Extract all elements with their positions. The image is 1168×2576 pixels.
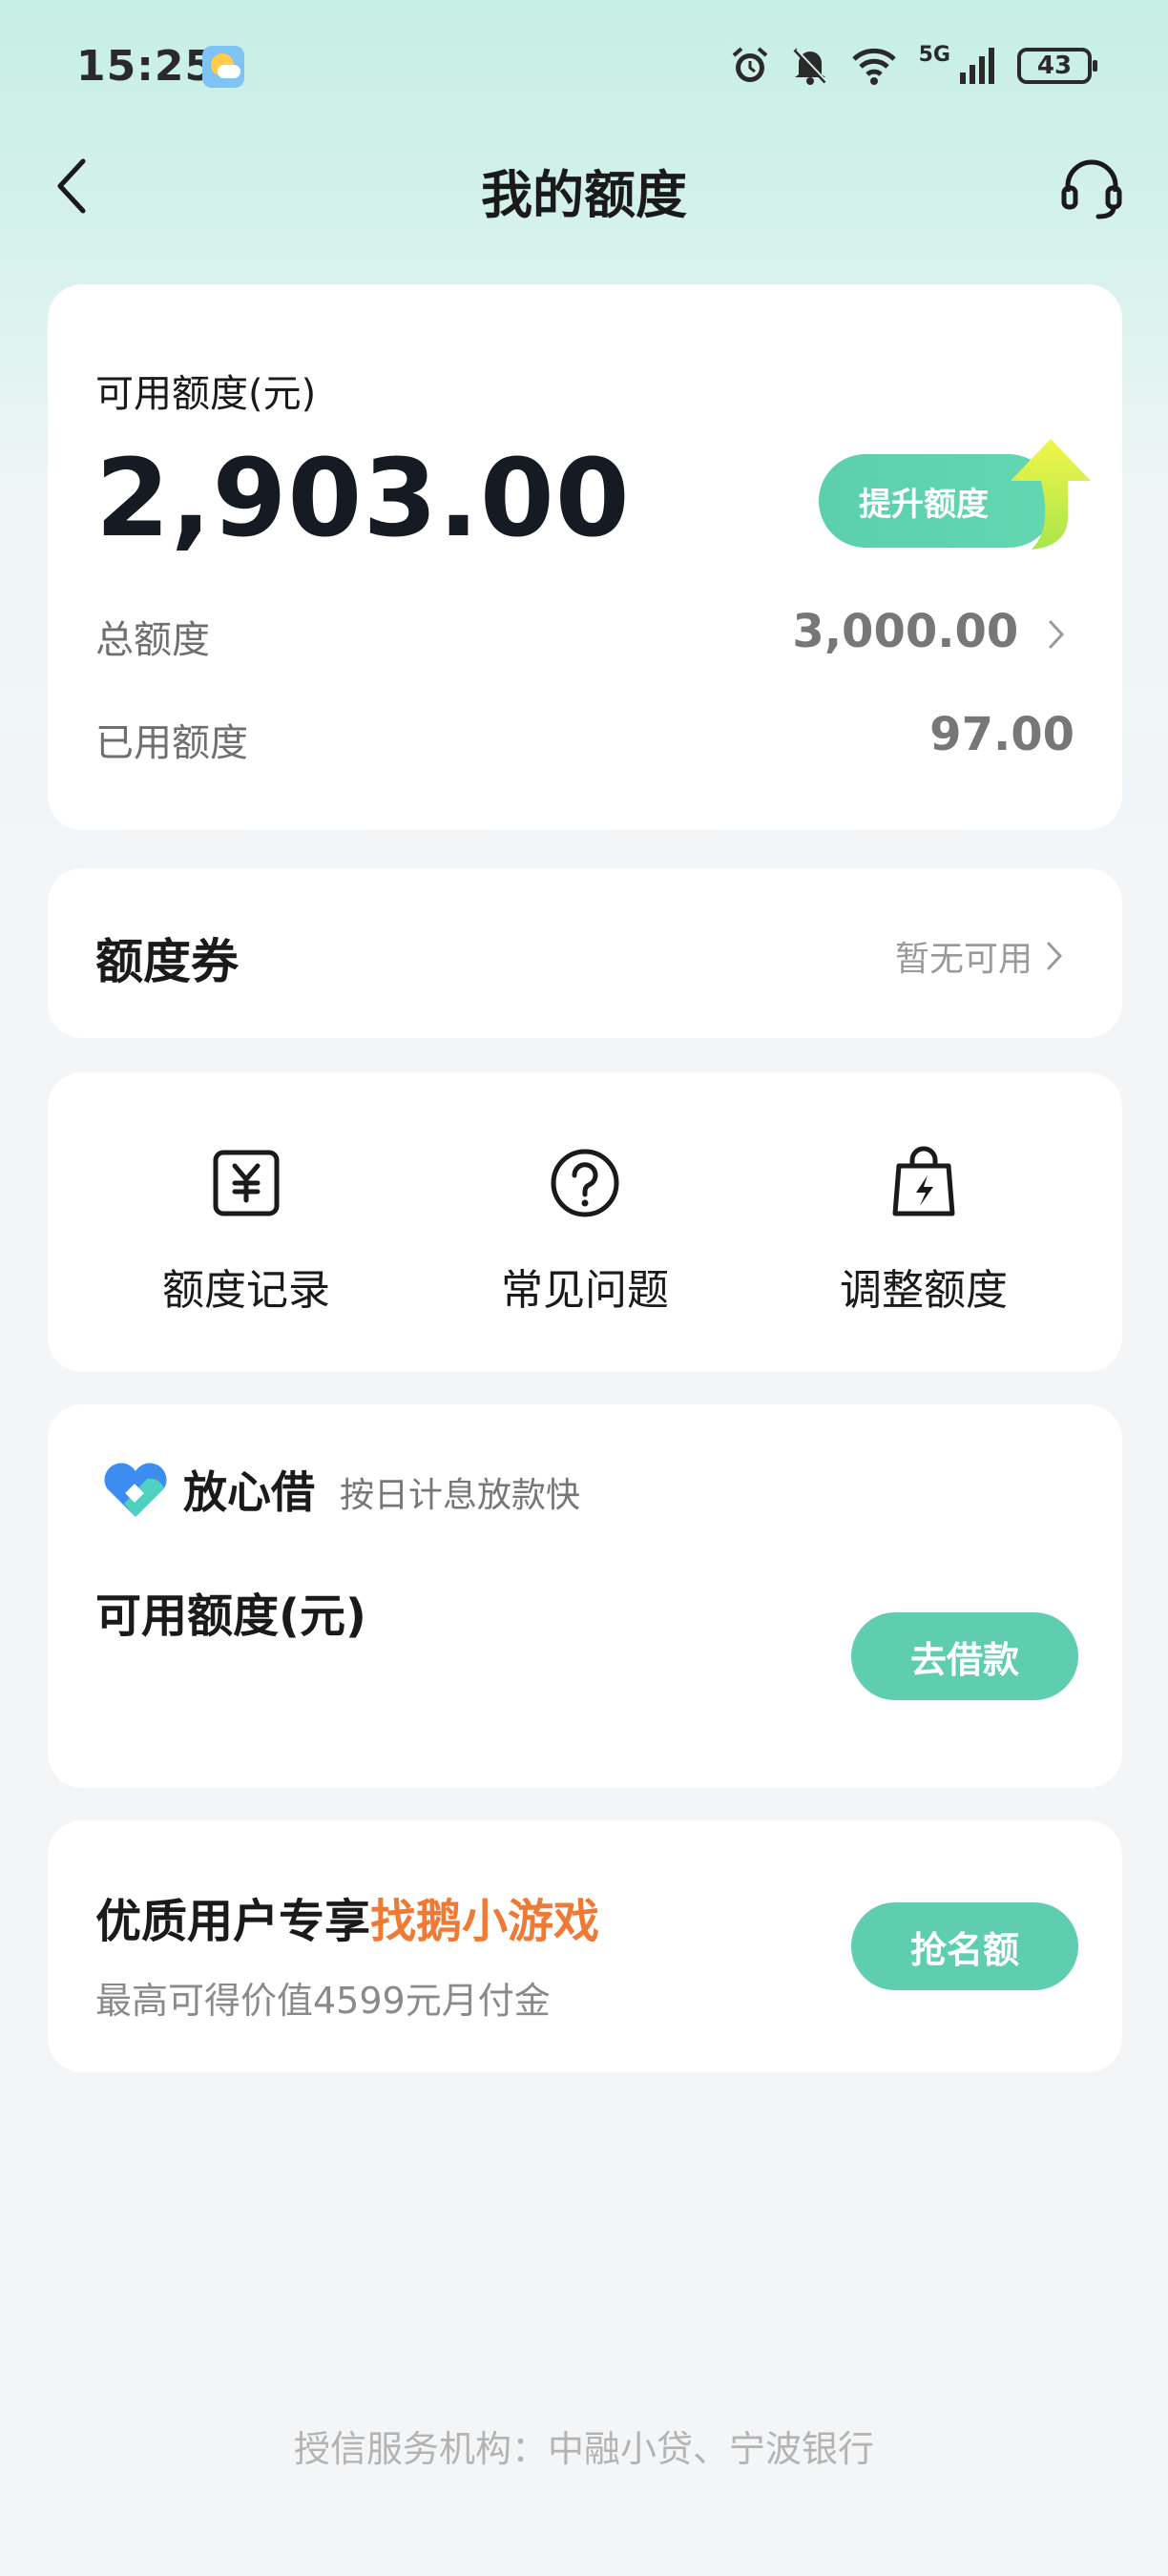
quota-coupon-card[interactable]: 额度券 暂无可用 [48,868,1122,1038]
used-quota-label: 已用额度 [95,721,248,765]
nav-bar: 我的额度 [0,134,1168,239]
network-type: 5G [918,42,950,67]
coupon-status-text: 暂无可用 [894,940,1032,979]
mute-bell-icon [793,48,828,85]
loan-slogan: 按日计息放款快 [340,1476,581,1515]
total-quota-label: 总额度 [95,618,210,662]
quota-card: 可用额度(元) 2,903.00 提升额度 总额度 3,000.00 已用额度 … [48,284,1122,830]
battery-level: 43 [1036,52,1073,80]
total-quota-value: 3,000.00 [792,605,1019,658]
faq-button[interactable]: 常见问题 [442,1145,728,1317]
adjust-quota-button[interactable]: 调整额度 [781,1145,1067,1317]
heart-logo-icon [104,1463,167,1517]
promo-title-prefix: 优质用户专享 [95,1895,371,1948]
promo-title-highlight: 找鹅小游戏 [370,1895,600,1948]
question-circle-icon [551,1149,619,1217]
page-title: 我的额度 [481,165,687,225]
go-borrow-button[interactable]: 去借款 [851,1612,1078,1700]
signal-icon [960,48,994,84]
promo-card: 优质用户专享找鹅小游戏 最高可得价值4599元月付金 抢名额 [48,1820,1122,2072]
functions-card: 额度记录 常见问题 调整额度 [48,1072,1122,1372]
adjust-quota-label: 调整额度 [840,1266,1008,1315]
grab-spot-button[interactable]: 抢名额 [851,1902,1078,1990]
headset-icon [1061,159,1122,219]
status-bar: 15:25 5G 43 [0,0,1168,134]
used-quota-value: 97.00 [929,708,1074,761]
promo-subtitle: 最高可得价值4599元月付金 [95,1980,551,2022]
quota-records-label: 额度记录 [162,1266,330,1315]
chevron-right-icon [1047,942,1063,970]
loan-card: 放心借 按日计息放款快 可用额度(元) 去借款 [48,1404,1122,1788]
chevron-right-icon [1049,620,1065,649]
quota-coupon-status: 暂无可用 [895,931,1063,981]
customer-service-button[interactable] [1055,155,1128,223]
sun-cloud-icon [202,46,244,88]
go-borrow-label: 去借款 [909,1638,1019,1681]
available-quota-label: 可用额度(元) [95,372,317,416]
quota-records-button[interactable]: 额度记录 [103,1145,389,1317]
grab-spot-label: 抢名额 [909,1928,1019,1971]
alarm-icon [732,47,767,82]
quota-coupon-title: 额度券 [95,934,239,989]
lightning-bag-icon [892,1146,955,1216]
raise-quota-label: 提升额度 [859,485,989,524]
yuan-receipt-icon [213,1150,280,1216]
status-icons: 5G 43 [730,42,1097,90]
loan-brand: 放心借 [183,1466,315,1518]
total-quota-row[interactable]: 3,000.00 [792,605,1065,658]
loan-quota-label: 可用额度(元) [95,1589,366,1643]
faq-label: 常见问题 [501,1266,669,1315]
wifi-icon [851,48,896,85]
available-quota-amount: 2,903.00 [95,437,631,561]
promo-title: 优质用户专享找鹅小游戏 [95,1883,599,1950]
battery-icon: 43 [1017,48,1097,84]
up-arrow-icon [1011,439,1091,550]
credit-institutions-footer: 授信服务机构：中融小贷、宁波银行 [293,2428,874,2470]
status-time: 15:25 [76,42,216,91]
